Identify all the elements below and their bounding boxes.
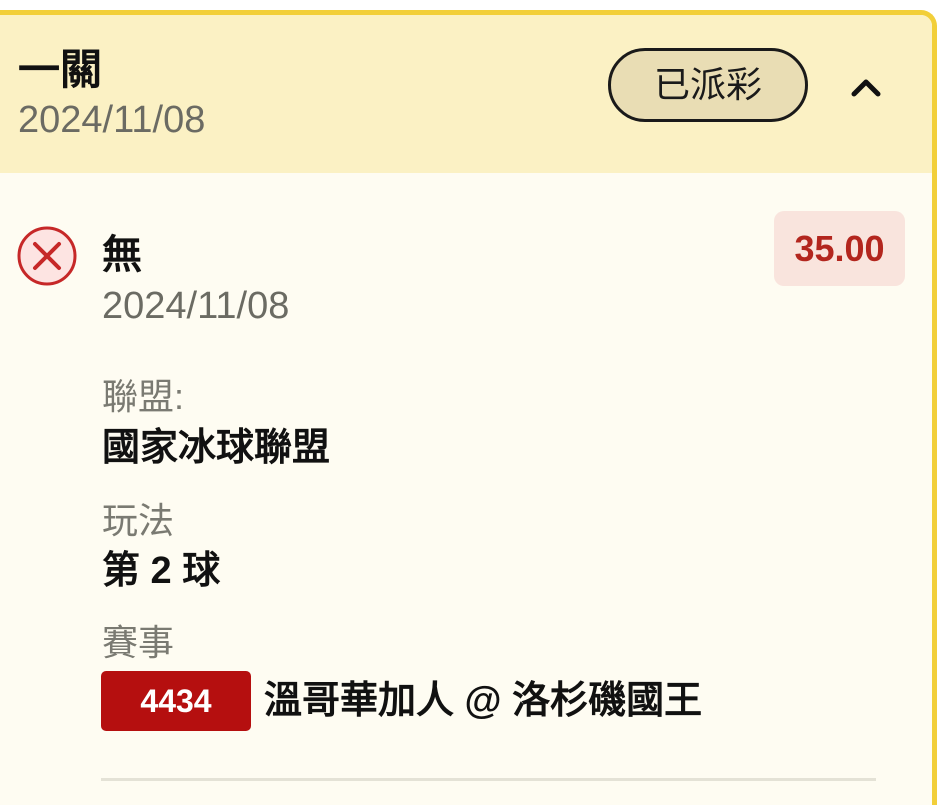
league-value: 國家冰球聯盟	[102, 427, 331, 469]
odds-badge: 35.00	[774, 211, 905, 286]
league-label: 聯盟:	[102, 376, 185, 417]
collapse-toggle-button[interactable]	[840, 61, 892, 113]
bet-type-value: 第 2 球	[102, 550, 221, 592]
bet-date: 2024/11/08	[18, 99, 206, 141]
status-badge: 已派彩	[608, 48, 808, 122]
leg-selection: 無	[102, 233, 142, 277]
event-id-badge: 4434	[101, 671, 251, 731]
bet-card-header[interactable]: 一關 2024/11/08 已派彩	[0, 15, 932, 173]
leg-date: 2024/11/08	[102, 285, 290, 327]
event-label: 賽事	[102, 622, 175, 663]
bet-type-title: 一關	[18, 46, 103, 93]
event-teams: 溫哥華加人 @ 洛杉磯國王	[264, 680, 703, 722]
chevron-up-icon	[851, 79, 881, 97]
x-circle-icon	[16, 225, 78, 287]
bet-card: 一關 2024/11/08 已派彩 無 2024/11/08 35.00 聯盟:…	[0, 10, 937, 805]
bet-type-label: 玩法	[102, 500, 175, 541]
